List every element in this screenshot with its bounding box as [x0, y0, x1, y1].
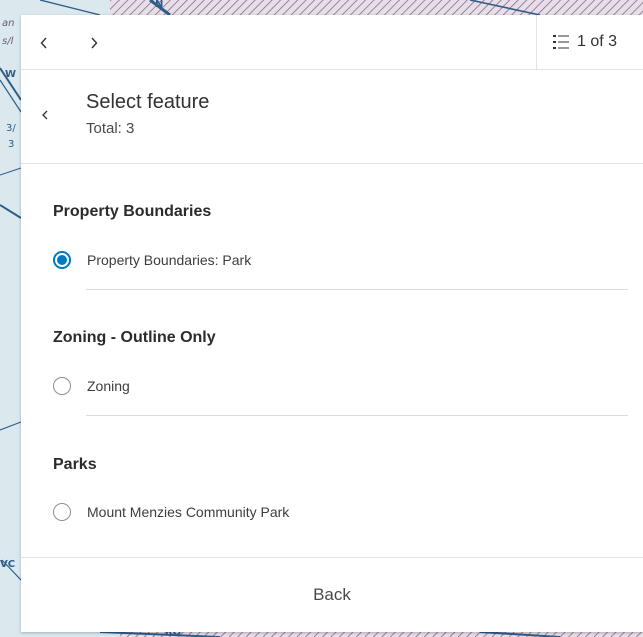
popup-header: Select feature Total: 3 — [21, 70, 643, 164]
chevron-left-icon — [40, 37, 47, 48]
radio-button-selected[interactable] — [53, 251, 71, 269]
radio-button[interactable] — [53, 503, 71, 521]
group-title-property-boundaries: Property Boundaries — [53, 203, 212, 220]
feature-option-label: Property Boundaries: Park — [87, 252, 252, 268]
radio-button[interactable] — [53, 377, 71, 395]
popup-nav-bar: 1 of 3 — [21, 15, 643, 70]
feature-list: Property Boundaries Property Boundaries:… — [21, 164, 643, 557]
map-label-8: N — [155, 0, 164, 10]
total-count: Total: 3 — [86, 120, 135, 137]
back-button[interactable]: Back — [21, 558, 643, 632]
list-icon — [553, 35, 569, 49]
chevron-left-icon — [42, 110, 48, 120]
map-label-4: 3/ — [6, 123, 16, 134]
map-label-6: VC — [0, 559, 16, 570]
group-title-parks: Parks — [53, 456, 97, 473]
divider — [86, 289, 628, 290]
feature-counter: 1 of 3 — [577, 33, 618, 50]
popup-footer: Back — [21, 557, 643, 632]
divider — [86, 415, 628, 416]
feature-option-label: Zoning — [87, 378, 130, 394]
feature-option-mount-menzies-park[interactable]: Mount Menzies Community Park — [53, 499, 629, 525]
group-title-zoning: Zoning - Outline Only — [53, 329, 216, 346]
feature-list-toggle[interactable]: 1 of 3 — [536, 15, 643, 69]
map-label-5: 3 — [8, 139, 15, 150]
page-title: Select feature — [86, 91, 210, 113]
feature-option-label: Mount Menzies Community Park — [87, 504, 290, 520]
header-back-button[interactable] — [33, 98, 57, 132]
map-label-3: W — [5, 69, 17, 80]
feature-popup: 1 of 3 Select feature Total: 3 Property … — [21, 15, 643, 632]
map-parcel-top — [110, 0, 643, 15]
chevron-right-icon — [91, 37, 98, 48]
map-label-1: an — [2, 18, 15, 29]
feature-option-zoning[interactable]: Zoning — [53, 373, 629, 399]
feature-option-property-boundaries-park[interactable]: Property Boundaries: Park — [53, 247, 629, 273]
previous-feature-button[interactable] — [21, 15, 67, 70]
map-label-2: s/l — [2, 36, 14, 47]
next-feature-button[interactable] — [71, 15, 117, 70]
